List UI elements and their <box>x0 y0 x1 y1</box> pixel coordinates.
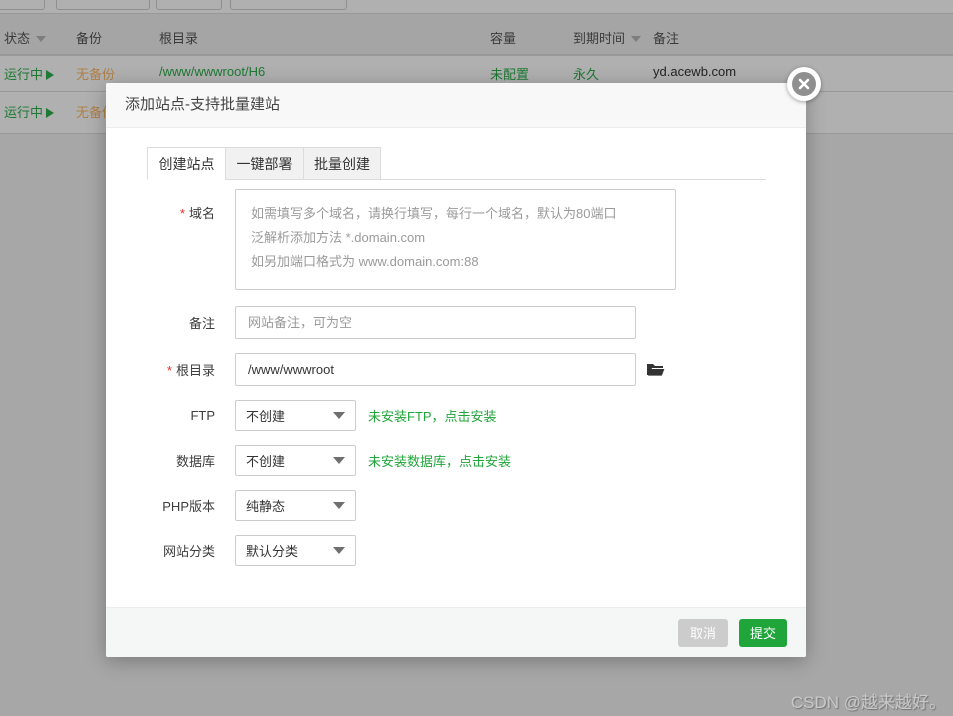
tab-one-click-deploy[interactable]: 一键部署 <box>225 147 303 180</box>
php-version-row: PHP版本 纯静态 <box>106 490 806 521</box>
database-select[interactable]: 不创建 <box>235 445 356 476</box>
database-row: 数据库 不创建 未安装数据库，点击安装 <box>106 445 806 476</box>
php-version-select[interactable]: 纯静态 <box>235 490 356 521</box>
submit-button[interactable]: 提交 <box>738 618 787 647</box>
tab-batch-create[interactable]: 批量创建 <box>303 147 381 180</box>
ftp-install-link[interactable]: 未安装FTP，点击安装 <box>368 406 497 425</box>
modal-body: 创建站点 一键部署 批量创建 *域名 备注 <box>106 128 806 607</box>
remark-input[interactable] <box>235 306 636 339</box>
php-version-label: PHP版本 <box>162 499 215 514</box>
database-install-link[interactable]: 未安装数据库，点击安装 <box>368 451 511 470</box>
domain-row: * 域名 <box>106 189 806 290</box>
domain-input[interactable] <box>235 189 676 290</box>
chevron-down-icon <box>333 457 345 464</box>
site-category-select[interactable]: 默认分类 <box>235 535 356 566</box>
domain-label: * 域名 <box>179 206 215 221</box>
root-dir-input[interactable] <box>235 353 636 386</box>
site-category-label: 网站分类 <box>162 544 215 559</box>
tab-bar: 创建站点 一键部署 批量创建 <box>147 147 766 180</box>
csdn-watermark: CSDN @越来越好。 <box>790 693 946 712</box>
chevron-down-icon <box>333 412 345 419</box>
folder-browse-icon[interactable] <box>646 362 665 378</box>
close-button[interactable] <box>787 67 821 101</box>
screen: 状态 备份 根目录 容量 到期时间 备注 运行中 无备份 /www/wwwroo… <box>0 0 953 716</box>
ftp-row: FTP 不创建 未安装FTP，点击安装 <box>106 400 806 431</box>
close-icon <box>792 72 816 96</box>
site-category-row: 网站分类 默认分类 <box>106 535 806 566</box>
chevron-down-icon <box>333 502 345 509</box>
tab-create-site[interactable]: 创建站点 <box>147 147 225 180</box>
remark-row: 备注 <box>106 306 806 339</box>
root-dir-row: * 根目录 <box>106 353 806 386</box>
required-mark: * <box>166 363 172 378</box>
modal-title: 添加站点-支持批量建站 <box>106 83 806 128</box>
create-site-form: *域名 备注 *根目录 <box>106 189 806 566</box>
required-mark: * <box>179 206 185 221</box>
modal-footer: 取消 提交 <box>106 607 806 657</box>
ftp-select[interactable]: 不创建 <box>235 400 356 431</box>
ftp-label: FTP <box>190 408 215 423</box>
root-dir-label: * 根目录 <box>166 363 215 378</box>
remark-label: 备注 <box>188 316 215 331</box>
add-site-modal: 添加站点-支持批量建站 创建站点 一键部署 批量创建 *域名 备注 <box>106 67 821 657</box>
chevron-down-icon <box>333 547 345 554</box>
cancel-button[interactable]: 取消 <box>677 618 728 647</box>
database-label: 数据库 <box>175 454 215 469</box>
